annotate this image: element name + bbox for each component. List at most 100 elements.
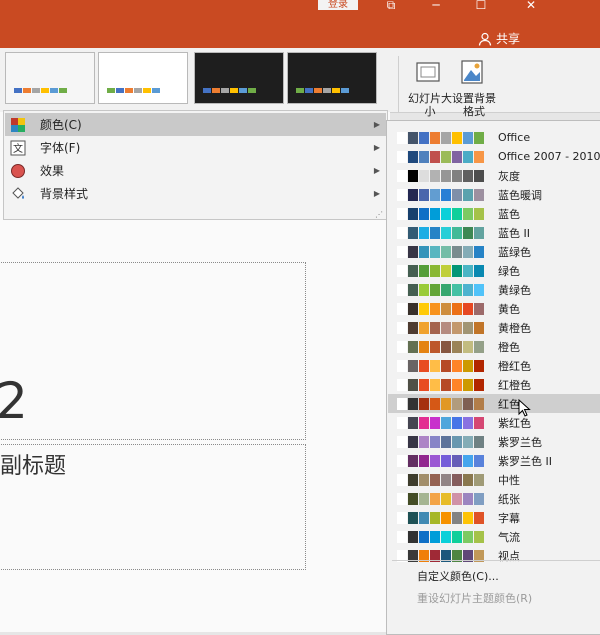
reset-theme-colors-item[interactable]: 重设幻灯片主题颜色(R) <box>417 590 532 606</box>
color-swatch-cell <box>397 378 407 391</box>
color-scheme-item[interactable]: 黄色 <box>388 299 600 318</box>
variant-thumbnail-4[interactable] <box>287 52 377 104</box>
color-scheme-item[interactable]: 黄橙色 <box>388 318 600 337</box>
variant-color-swatch <box>323 88 331 93</box>
color-swatch-cell <box>463 131 473 144</box>
variant-thumbnail-2[interactable] <box>98 52 188 104</box>
color-swatch-cell <box>474 150 484 163</box>
color-scheme-swatch <box>397 188 484 201</box>
menu-item-colors[interactable]: 颜色(C) ▶ <box>5 113 386 136</box>
color-scheme-swatch <box>397 530 484 543</box>
color-swatch-cell <box>397 454 407 467</box>
color-swatch-cell <box>430 207 440 220</box>
color-swatch-cell <box>430 416 440 429</box>
color-scheme-item[interactable]: 黄绿色 <box>388 280 600 299</box>
color-scheme-item[interactable]: 橙色 <box>388 337 600 356</box>
color-scheme-item[interactable]: 红色 <box>388 394 600 413</box>
color-scheme-name: 视点 <box>498 549 520 563</box>
color-scheme-name: 黄色 <box>498 302 520 316</box>
color-scheme-swatch <box>397 283 484 296</box>
color-swatch-cell <box>441 283 451 296</box>
effects-icon <box>11 163 25 178</box>
variant-thumbnail-3[interactable] <box>194 52 284 104</box>
sign-in-button[interactable]: 登录 <box>318 0 358 10</box>
color-swatch-cell <box>397 226 407 239</box>
menu-item-label: 颜色(C) <box>40 118 82 132</box>
color-scheme-item[interactable]: 蓝色 <box>388 204 600 223</box>
color-swatch-cell <box>419 321 429 334</box>
color-scheme-item[interactable]: 中性 <box>388 470 600 489</box>
variant-color-swatch <box>107 88 115 93</box>
color-swatch-cell <box>463 188 473 201</box>
color-scheme-item[interactable]: 气流 <box>388 527 600 546</box>
color-swatch-cell <box>441 264 451 277</box>
color-swatch-cell <box>397 473 407 486</box>
menu-item-label: 效果 <box>40 164 65 178</box>
color-scheme-name: 蓝色 <box>498 207 520 221</box>
menu-item-effects[interactable]: 效果 ▶ <box>5 159 386 182</box>
color-swatch-cell <box>430 264 440 277</box>
color-swatch-cell <box>452 321 462 334</box>
color-swatch-cell <box>441 188 451 201</box>
color-scheme-item[interactable]: 纸张 <box>388 489 600 508</box>
title-placeholder[interactable] <box>0 262 306 440</box>
color-swatch-cell <box>430 302 440 315</box>
color-scheme-item[interactable]: 灰度 <box>388 166 600 185</box>
color-scheme-item[interactable]: 蓝色 II <box>388 223 600 242</box>
color-swatch-cell <box>408 454 418 467</box>
color-scheme-item[interactable]: 紫罗兰色 II <box>388 451 600 470</box>
color-scheme-item[interactable]: 紫红色 <box>388 413 600 432</box>
color-swatch-cell <box>430 188 440 201</box>
customize-colors-item[interactable]: 自定义颜色(C)... <box>417 568 499 584</box>
menu-item-fonts[interactable]: 文 字体(F) ▶ <box>5 136 386 159</box>
maximize-icon[interactable]: ☐ <box>470 0 492 12</box>
variant-color-swatch <box>116 88 124 93</box>
color-scheme-item[interactable]: 蓝绿色 <box>388 242 600 261</box>
color-scheme-item[interactable]: 紫罗兰色 <box>388 432 600 451</box>
color-swatch-cell <box>419 207 429 220</box>
menu-item-background-styles[interactable]: 背景样式 ▶ <box>5 182 386 205</box>
resize-grip-icon[interactable]: ⋰ <box>375 210 383 219</box>
color-scheme-name: 绿色 <box>498 264 520 278</box>
color-swatch-cell <box>419 131 429 144</box>
color-swatch-cell <box>441 207 451 220</box>
color-scheme-item[interactable]: 绿色 <box>388 261 600 280</box>
color-scheme-item[interactable]: 蓝色暖调 <box>388 185 600 204</box>
color-swatch-cell <box>408 169 418 182</box>
share-button[interactable]: 共享 <box>478 30 520 47</box>
color-scheme-item[interactable]: 视点 <box>388 546 600 565</box>
color-scheme-item[interactable]: 橙红色 <box>388 356 600 375</box>
color-swatch-cell <box>452 169 462 182</box>
color-scheme-item[interactable]: 字幕 <box>388 508 600 527</box>
ribbon-display-options-icon[interactable]: ⧉ <box>380 0 402 12</box>
color-scheme-swatch <box>397 321 484 334</box>
color-swatch-cell <box>474 226 484 239</box>
color-swatch-cell <box>474 283 484 296</box>
color-swatch-cell <box>474 169 484 182</box>
minimize-icon[interactable]: ─ <box>425 0 447 12</box>
slide-size-button[interactable]: 幻灯片大小 <box>406 56 452 118</box>
color-swatch-cell <box>452 359 462 372</box>
color-swatch-cell <box>474 264 484 277</box>
color-scheme-item[interactable]: Office 2007 - 2010 <box>388 147 600 166</box>
format-background-label: 设置背景格式 <box>452 92 496 118</box>
color-scheme-swatch <box>397 492 484 505</box>
color-swatch-cell <box>419 435 429 448</box>
color-swatch-cell <box>419 226 429 239</box>
color-swatch-cell <box>430 283 440 296</box>
color-swatch-cell <box>419 492 429 505</box>
variant-color-swatch <box>50 88 58 93</box>
svg-text:文: 文 <box>13 142 23 155</box>
color-swatch-cell <box>452 283 462 296</box>
format-background-button[interactable]: 设置背景格式 <box>450 56 496 118</box>
color-swatch-cell <box>430 245 440 258</box>
color-scheme-item[interactable]: 红橙色 <box>388 375 600 394</box>
color-swatch-cell <box>397 131 407 144</box>
variant-thumbnail-1[interactable] <box>5 52 95 104</box>
color-swatch-cell <box>441 321 451 334</box>
close-icon[interactable]: ✕ <box>520 0 542 12</box>
color-swatch-cell <box>408 131 418 144</box>
color-scheme-name: 蓝色暖调 <box>498 188 542 202</box>
color-swatch-cell <box>474 530 484 543</box>
color-scheme-item[interactable]: Office <box>388 128 600 147</box>
